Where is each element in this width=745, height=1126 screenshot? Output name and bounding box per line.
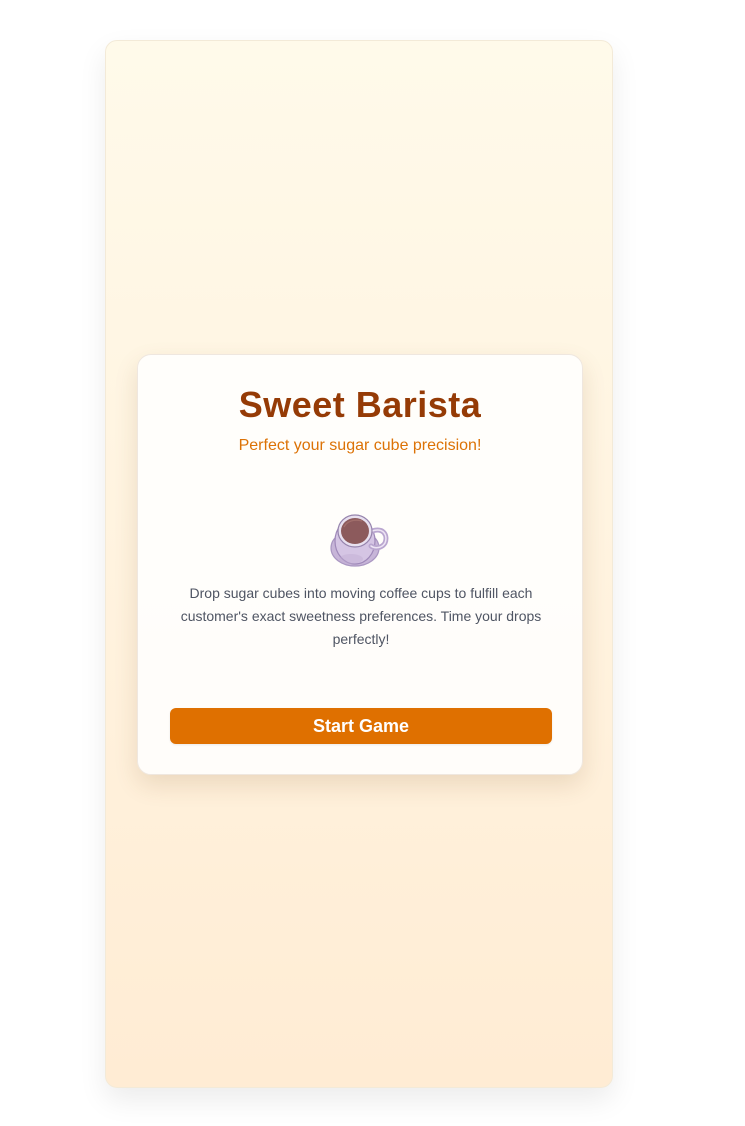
game-subtitle: Perfect your sugar cube precision! [238,437,482,454]
game-description: Drop sugar cubes into moving coffee cups… [180,585,542,647]
start-screen-card: Sweet Barista Perfect your sugar cube pr… [137,354,583,775]
coffee-cup-icon [330,514,389,567]
start-game-button[interactable]: Start Game [170,708,552,744]
game-title: Sweet Barista [238,384,482,425]
